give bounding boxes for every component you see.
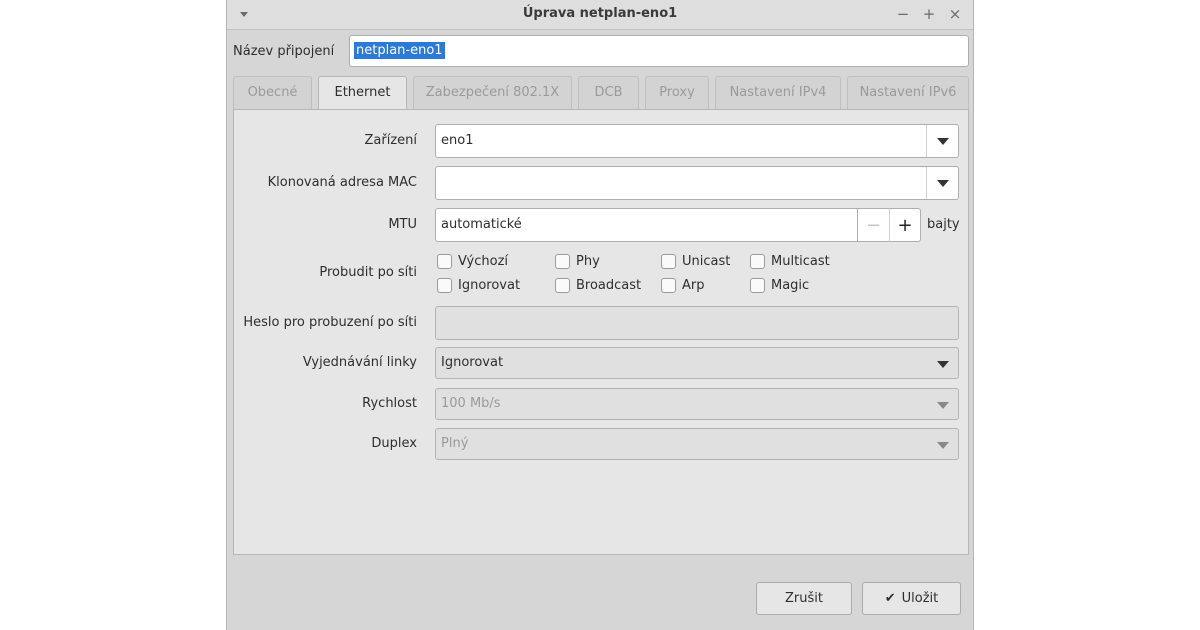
mtu-increment-button[interactable]: + — [889, 208, 921, 242]
tab-security-8021x[interactable]: Zabezpečení 802.1X — [413, 76, 572, 110]
wol-broadcast-checkbox[interactable]: Broadcast — [555, 278, 641, 293]
duplex-value: Plný — [441, 436, 469, 451]
wol-phy-label: Phy — [576, 254, 600, 269]
mtu-decrement-button[interactable]: − — [858, 208, 890, 242]
link-negotiation-combo[interactable]: Ignorovat — [435, 347, 959, 379]
cloned-mac-label: Klonovaná adresa MAC — [267, 175, 417, 190]
edit-connection-window: Úprava netplan-eno1 − + × Název připojen… — [226, 0, 974, 630]
tab-ethernet[interactable]: Ethernet — [318, 76, 407, 111]
triangle-down-icon — [936, 137, 949, 145]
wol-password-label: Heslo pro probuzení po síti — [243, 315, 417, 330]
cloned-mac-dropdown-button[interactable] — [926, 167, 958, 199]
checkbox-icon — [750, 278, 765, 293]
wol-default-label: Výchozí — [458, 254, 509, 269]
cloned-mac-combo[interactable] — [435, 166, 959, 200]
link-negotiation-label: Vyjednávání linky — [302, 355, 417, 370]
save-button[interactable]: ✔ Uložit — [862, 582, 961, 615]
mtu-unit: bajty — [927, 217, 960, 232]
connection-name-row: Název připojení netplan-eno1 — [227, 34, 973, 68]
tab-proxy[interactable]: Proxy — [645, 76, 709, 110]
link-negotiation-value: Ignorovat — [441, 355, 504, 370]
wake-on-lan-label: Probudit po síti — [319, 265, 417, 280]
tab-general[interactable]: Obecné — [233, 76, 312, 110]
connection-name-label: Název připojení — [233, 44, 335, 59]
checkbox-icon — [555, 254, 570, 269]
device-dropdown-button[interactable] — [926, 125, 958, 157]
triangle-down-icon — [937, 442, 949, 449]
device-combo[interactable]: eno1 — [435, 124, 959, 158]
checkbox-icon — [555, 278, 570, 293]
titlebar: Úprava netplan-eno1 − + × — [227, 0, 973, 30]
wol-unicast-checkbox[interactable]: Unicast — [661, 254, 730, 269]
duplex-combo: Plný — [435, 428, 959, 460]
tab-bar: Obecné Ethernet Zabezpečení 802.1X DCB P… — [233, 76, 969, 111]
duplex-label: Duplex — [371, 436, 417, 451]
checkbox-icon — [437, 254, 452, 269]
triangle-down-icon — [937, 402, 949, 409]
tab-dcb[interactable]: DCB — [578, 76, 639, 110]
wol-multicast-label: Multicast — [771, 254, 830, 269]
wol-broadcast-label: Broadcast — [576, 278, 642, 293]
wol-ignore-checkbox[interactable]: Ignorovat — [437, 278, 520, 293]
mtu-label: MTU — [388, 217, 417, 232]
device-value: eno1 — [441, 133, 474, 148]
wol-phy-checkbox[interactable]: Phy — [555, 254, 600, 269]
wol-unicast-label: Unicast — [682, 254, 731, 269]
checkbox-icon — [661, 278, 676, 293]
wol-multicast-checkbox[interactable]: Multicast — [750, 254, 830, 269]
checkbox-icon — [437, 278, 452, 293]
close-button[interactable]: × — [947, 5, 963, 23]
minimize-button[interactable]: − — [895, 5, 911, 23]
mtu-input[interactable]: automatické — [435, 208, 858, 242]
wol-magic-checkbox[interactable]: Magic — [750, 278, 809, 293]
ethernet-panel: Zařízení eno1 Klonovaná adresa MAC MTU a… — [233, 109, 969, 555]
speed-combo: 100 Mb/s — [435, 388, 959, 420]
wol-default-checkbox[interactable]: Výchozí — [437, 254, 508, 269]
triangle-down-icon — [937, 361, 949, 368]
connection-name-value: netplan-eno1 — [354, 42, 445, 59]
wol-arp-label: Arp — [682, 278, 705, 293]
speed-label: Rychlost — [362, 396, 417, 411]
speed-value: 100 Mb/s — [441, 396, 501, 411]
tab-ipv6-settings[interactable]: Nastavení IPv6 — [847, 76, 969, 110]
check-icon: ✔ — [884, 591, 896, 606]
cancel-button[interactable]: Zrušit — [756, 582, 852, 615]
device-label: Zařízení — [364, 133, 417, 148]
checkbox-icon — [750, 254, 765, 269]
wol-arp-checkbox[interactable]: Arp — [661, 278, 705, 293]
wol-ignore-label: Ignorovat — [458, 278, 521, 293]
tab-ipv4-settings[interactable]: Nastavení IPv4 — [715, 76, 841, 110]
wol-magic-label: Magic — [771, 278, 810, 293]
connection-name-input[interactable]: netplan-eno1 — [349, 35, 969, 67]
triangle-down-icon — [936, 179, 949, 187]
window-title: Úprava netplan-eno1 — [522, 6, 678, 21]
save-button-label: Uložit — [901, 591, 939, 606]
wol-password-input[interactable] — [435, 306, 959, 340]
mtu-value: automatické — [441, 217, 522, 232]
checkbox-icon — [661, 254, 676, 269]
maximize-button[interactable]: + — [921, 5, 937, 23]
